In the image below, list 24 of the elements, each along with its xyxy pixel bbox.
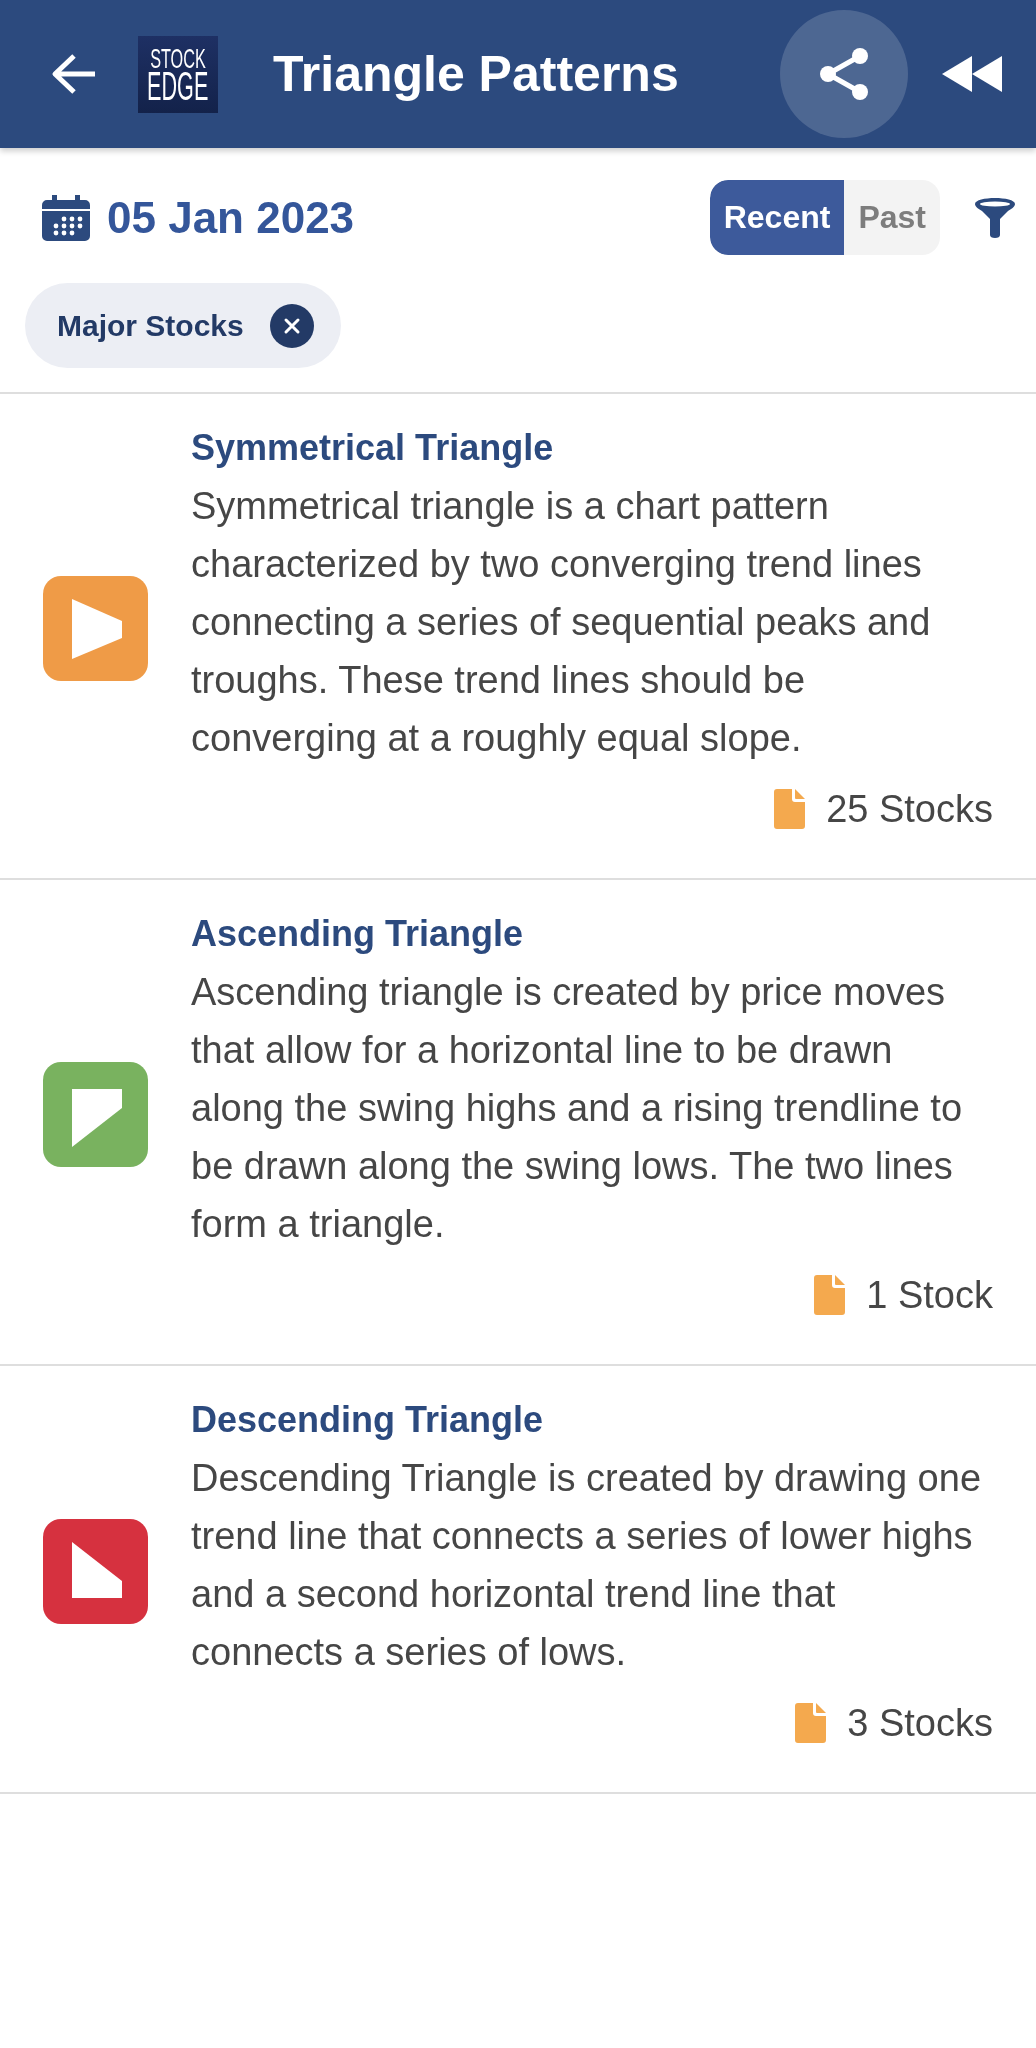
stock-count[interactable]: 3 Stocks [847, 1700, 993, 1746]
tab[interactable]: Past [844, 180, 940, 255]
pattern-title[interactable]: Descending Triangle [191, 1397, 993, 1443]
back-icon[interactable] [50, 53, 98, 95]
close-icon[interactable] [269, 303, 314, 348]
rewind-icon[interactable] [942, 56, 1002, 92]
share-icon [819, 47, 869, 101]
pattern-description: Symmetrical triangle is a chart pattern characterized by two converging trend lines connecting a series of sequential peaks and troughs. These trend lines should be converging at a roughly equal slope. [191, 484, 932, 761]
document-icon [795, 1703, 827, 1743]
pattern-description: Descending Triangle is created by drawing one trend line that connects a series of lower highs and a second horizontal trend line that connects a series of lows. [191, 1456, 983, 1675]
filter-chip-label: Major Stocks [57, 308, 244, 343]
page-title: Triangle Patterns [273, 45, 680, 104]
pattern-title[interactable]: Ascending Triangle [191, 911, 993, 957]
pattern-description: Ascending triangle is created by price moves that allow for a horizontal line to be drawn along the swing highs and a rising trendline to be drawn along the swing lows. The two lines form a triangle. [191, 970, 964, 1247]
pattern-title[interactable]: Symmetrical Triangle [191, 425, 993, 471]
calendar-icon [42, 194, 90, 241]
tab[interactable]: Recent [709, 180, 845, 255]
filter-icon[interactable] [975, 197, 1015, 238]
stock-count[interactable]: 25 Stocks [826, 786, 993, 832]
logo: STOCK EDGE [138, 35, 218, 113]
document-icon [814, 1275, 846, 1315]
stock-count[interactable]: 1 Stock [866, 1272, 993, 1318]
date-label: 05 Jan 2023 [107, 191, 355, 244]
document-icon [774, 789, 806, 829]
